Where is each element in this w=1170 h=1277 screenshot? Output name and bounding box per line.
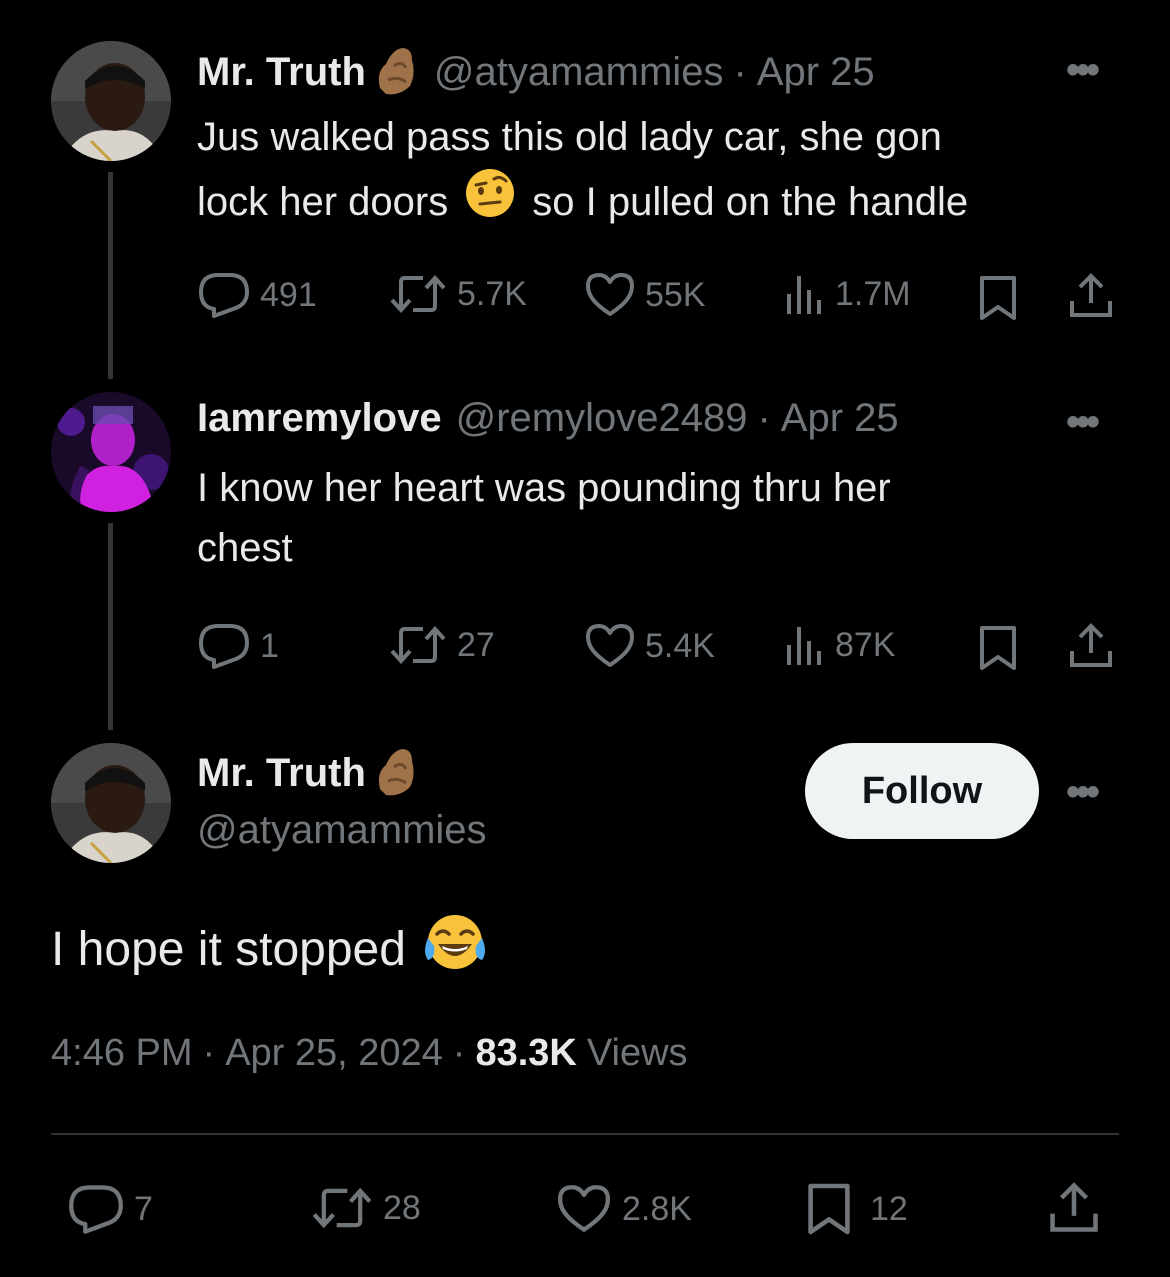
avatar-mr-truth[interactable] — [51, 743, 171, 863]
repost-button[interactable]: 28 — [311, 1184, 421, 1232]
avatar-remylove[interactable] — [51, 392, 171, 512]
views-icon — [787, 276, 821, 314]
follow-button[interactable]: Follow — [805, 743, 1039, 839]
author-name[interactable]: Mr. Truth — [197, 751, 366, 796]
heart-icon — [557, 1185, 611, 1232]
like-button[interactable]: 55K — [585, 272, 706, 318]
repost-icon — [390, 275, 446, 313]
views-icon — [787, 627, 821, 665]
views-total: 83.3K — [475, 1032, 577, 1074]
main-tweet-text: I hope it stopped — [51, 912, 488, 986]
views-button[interactable]: 1.7M — [785, 272, 911, 316]
like-count: 5.4K — [645, 626, 715, 665]
heart-icon — [586, 624, 634, 667]
share-button[interactable] — [1068, 273, 1114, 324]
reply-count: 491 — [260, 275, 317, 314]
reply-button[interactable]: 7 — [68, 1184, 153, 1234]
views-button[interactable]: 87K — [785, 623, 896, 667]
like-count: 55K — [645, 275, 706, 314]
share-button[interactable] — [1068, 623, 1114, 674]
tweet-date[interactable]: Apr 25 — [781, 396, 899, 441]
tears-of-joy-emoji — [422, 912, 488, 986]
reply-count: 1 — [260, 626, 279, 665]
avatar-mr-truth[interactable] — [51, 41, 171, 161]
bookmark-button[interactable] — [978, 275, 1018, 326]
bookmark-button[interactable]: 12 — [806, 1182, 908, 1236]
more-options-button[interactable]: ••• — [1066, 48, 1100, 93]
views-label: Views — [586, 1032, 688, 1074]
reply-button[interactable]: 491 — [198, 272, 317, 318]
tweet-text: I know her heart was pounding thru her c… — [197, 458, 1117, 578]
bookmark-icon — [980, 626, 1016, 670]
views-count: 1.7M — [835, 274, 911, 313]
like-button[interactable]: 2.8K — [556, 1184, 692, 1234]
tweet-text-line: chest — [197, 526, 293, 570]
tweet-text-line: Jus walked pass this old lady car, she g… — [197, 115, 942, 159]
more-options-button[interactable]: ••• — [1066, 400, 1100, 445]
more-options-button[interactable]: ••• — [1066, 770, 1100, 815]
like-button[interactable]: 5.4K — [585, 623, 715, 669]
tweet-time[interactable]: 4:46 PM — [51, 1032, 193, 1075]
pinched-hand-emoji — [372, 44, 420, 101]
pinched-hand-emoji — [372, 745, 420, 802]
separator-dot: · — [733, 50, 747, 94]
tweet-text-fragment: lock her doors — [197, 179, 449, 224]
like-count: 2.8K — [622, 1189, 692, 1228]
divider — [51, 1133, 1119, 1135]
repost-button[interactable]: 5.7K — [389, 272, 527, 316]
author-handle[interactable]: @atyamammies — [434, 50, 724, 95]
reply-icon — [199, 273, 249, 318]
timestamp-row: 4:46 PM · Apr 25, 2024 · 83.3K Views — [51, 1032, 688, 1075]
repost-count: 27 — [457, 625, 495, 664]
tweet-text-line: I know her heart was pounding thru her — [197, 466, 891, 510]
bookmark-button[interactable] — [978, 625, 1018, 676]
repost-count: 5.7K — [457, 274, 527, 313]
repost-icon — [390, 626, 446, 664]
share-icon — [1070, 273, 1112, 317]
reply-icon — [199, 624, 249, 669]
thread-line — [108, 523, 113, 730]
reply-button[interactable]: 1 — [198, 623, 279, 669]
raised-eyebrow-emoji — [464, 167, 516, 236]
separator-dot: · — [452, 1032, 466, 1074]
bookmark-count: 12 — [870, 1189, 908, 1228]
bookmark-icon — [980, 276, 1016, 320]
repost-count: 28 — [383, 1188, 421, 1227]
author-handle[interactable]: @remylove2489 — [456, 396, 748, 441]
reply-icon — [69, 1185, 123, 1234]
tweet-date[interactable]: Apr 25, 2024 — [225, 1032, 443, 1075]
author-name[interactable]: Iamremylove — [197, 396, 442, 441]
views-count: 87K — [835, 625, 896, 664]
author-name[interactable]: Mr. Truth — [197, 50, 366, 95]
author-handle[interactable]: @atyamammies — [197, 808, 487, 853]
share-icon — [1050, 1182, 1098, 1232]
share-icon — [1070, 623, 1112, 667]
tweet-text-fragment: so I pulled on the handle — [532, 179, 969, 224]
thread-line — [108, 172, 113, 379]
share-button[interactable] — [1048, 1182, 1100, 1239]
separator-dot: · — [757, 396, 771, 440]
separator-dot: · — [202, 1032, 216, 1074]
bookmark-icon — [808, 1183, 850, 1235]
tweet-text: Jus walked pass this old lady car, she g… — [197, 107, 1117, 236]
tweet-date[interactable]: Apr 25 — [757, 50, 875, 95]
repost-icon — [312, 1187, 372, 1229]
repost-button[interactable]: 27 — [389, 623, 495, 667]
reply-count: 7 — [134, 1189, 153, 1228]
main-tweet-text-content: I hope it stopped — [51, 922, 406, 976]
heart-icon — [586, 273, 634, 316]
